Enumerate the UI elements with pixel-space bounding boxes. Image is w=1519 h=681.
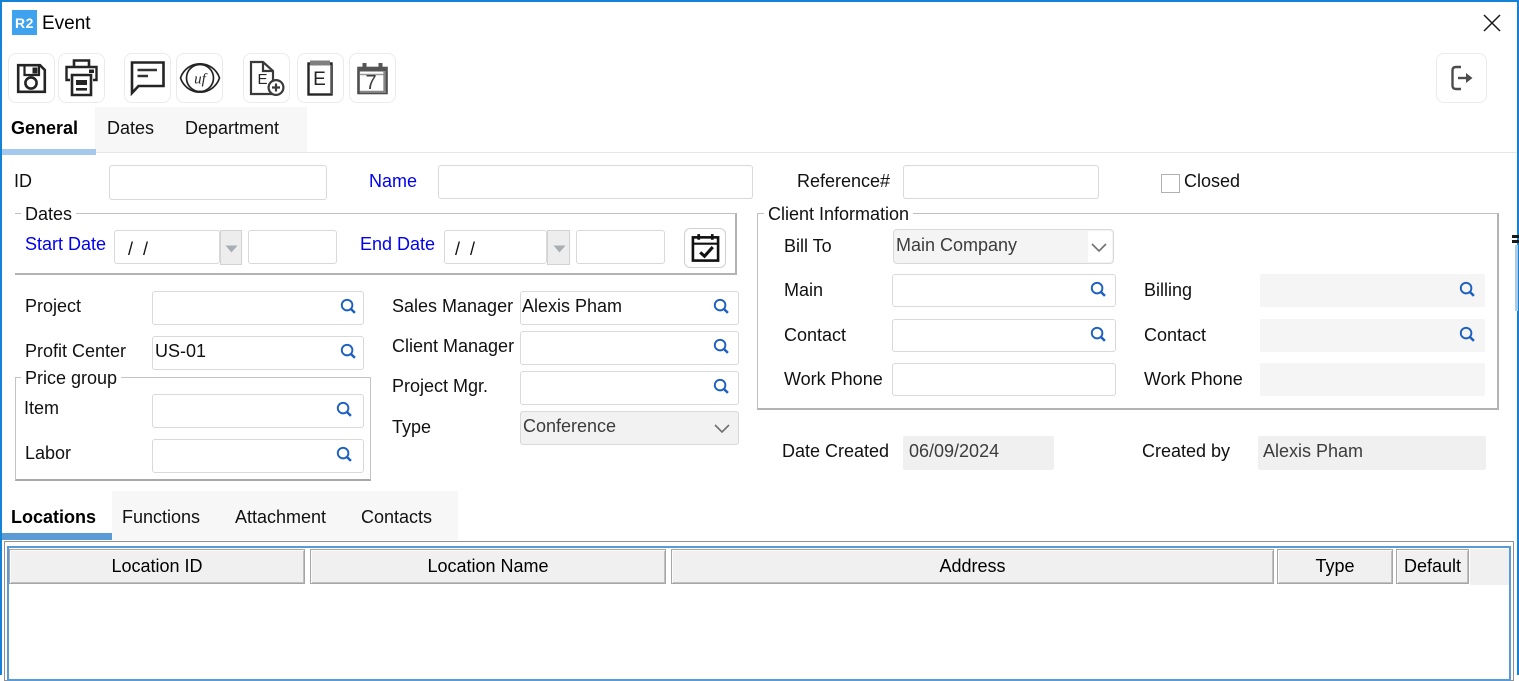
svg-text:7: 7	[365, 72, 376, 94]
svg-text:uf: uf	[194, 72, 208, 88]
svg-text:E: E	[257, 71, 267, 88]
svg-text:E: E	[313, 69, 326, 90]
